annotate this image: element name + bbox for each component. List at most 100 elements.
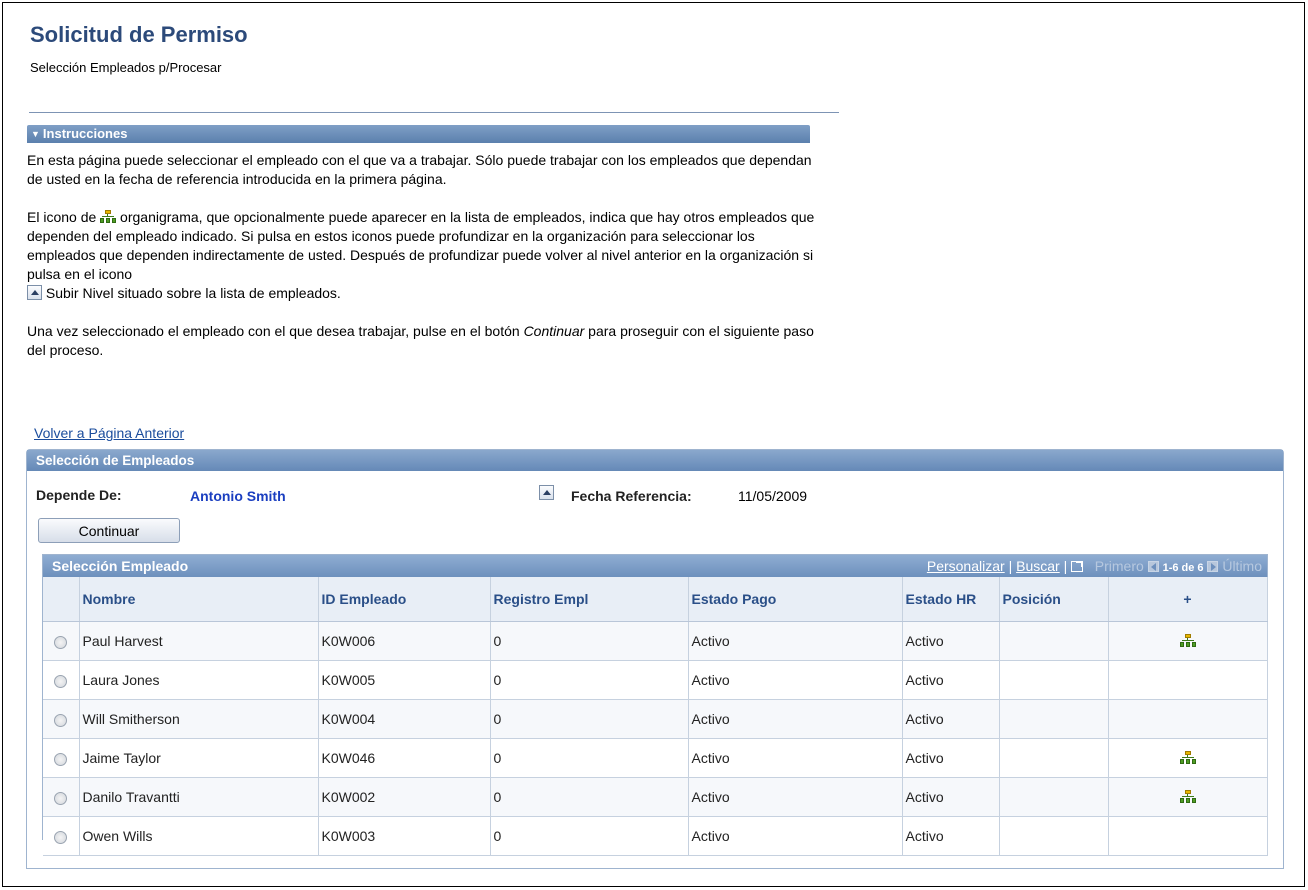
employee-id: K0W002	[318, 777, 491, 817]
org-chart-cell	[1108, 816, 1268, 856]
hr-status: Activo	[902, 699, 1000, 739]
grid-title: Selección Empleado	[52, 558, 189, 574]
table-row[interactable]: Will Smitherson K0W004 0 Activo Activo	[43, 699, 1268, 739]
page-title: Solicitud de Permiso	[30, 22, 248, 47]
org-chart-icon	[100, 210, 117, 224]
instructions-p2-end: Subir Nivel situado sobre la lista de em…	[42, 285, 341, 301]
hr-status: Activo	[902, 816, 1000, 856]
employee-record: 0	[490, 738, 689, 778]
hr-status: Activo	[902, 738, 1000, 778]
position	[999, 816, 1109, 856]
table-row[interactable]: Danilo Travantti K0W002 0 Activo Activo	[43, 777, 1268, 817]
employee-name: Jaime Taylor	[79, 738, 319, 778]
row-select-cell	[43, 738, 80, 778]
hr-status: Activo	[902, 777, 1000, 817]
row-select-radio[interactable]	[54, 674, 68, 688]
instructions-p2-middle: organigrama, que opcionalmente puede apa…	[27, 209, 815, 282]
pay-status: Activo	[688, 816, 903, 856]
instructions-text: En esta página puede seleccionar el empl…	[27, 151, 817, 360]
employee-record: 0	[490, 699, 689, 739]
org-chart-icon[interactable]	[1179, 751, 1196, 765]
row-select-radio[interactable]	[54, 713, 68, 727]
org-chart-cell	[1108, 738, 1268, 778]
depends-on-value: Antonio Smith	[190, 488, 286, 504]
column-header-pay-status[interactable]: Estado Pago	[688, 577, 903, 622]
table-row[interactable]: Jaime Taylor K0W046 0 Activo Activo	[43, 738, 1268, 778]
divider	[29, 112, 839, 113]
employee-table: Nombre ID Empleado Registro Empl Estado …	[43, 577, 1268, 856]
position	[999, 621, 1109, 661]
org-chart-cell	[1108, 621, 1268, 661]
employee-id: K0W005	[318, 660, 491, 700]
column-header-name[interactable]: Nombre	[79, 577, 319, 622]
org-chart-cell	[1108, 777, 1268, 817]
table-row[interactable]: Owen Wills K0W003 0 Activo Activo	[43, 816, 1268, 856]
up-level-button-icon[interactable]	[539, 485, 554, 500]
employee-record: 0	[490, 816, 689, 856]
nav-separator: |	[1063, 558, 1068, 574]
row-select-radio[interactable]	[54, 635, 68, 649]
employee-selection-header: Selección de Empleados	[27, 450, 1283, 471]
instructions-header[interactable]: ▼ Instrucciones	[27, 125, 810, 143]
row-select-radio[interactable]	[54, 752, 68, 766]
row-select-cell	[43, 621, 80, 661]
column-header-record[interactable]: Registro Empl	[490, 577, 689, 622]
first-link: Primero	[1094, 558, 1144, 574]
org-chart-icon[interactable]	[1179, 634, 1196, 648]
employee-record: 0	[490, 777, 689, 817]
row-select-cell	[43, 660, 80, 700]
grid-navigation: Personalizar | Buscar | Primero 1-6 de 6…	[927, 555, 1262, 579]
depends-on-label: Depende De:	[36, 487, 122, 503]
instructions-p3-italic: Continuar	[523, 323, 585, 339]
table-row[interactable]: Paul Harvest K0W006 0 Activo Activo	[43, 621, 1268, 661]
employee-name: Laura Jones	[79, 660, 319, 700]
previous-icon	[1147, 561, 1159, 572]
employee-id: K0W006	[318, 621, 491, 661]
employee-name: Danilo Travantti	[79, 777, 319, 817]
instructions-paragraph-1: En esta página puede seleccionar el empl…	[27, 152, 812, 187]
nav-separator: |	[1008, 558, 1013, 574]
instructions-p3-start: Una vez seleccionado el empleado con el …	[27, 323, 524, 339]
org-chart-cell	[1108, 660, 1268, 700]
table-row[interactable]: Laura Jones K0W005 0 Activo Activo	[43, 660, 1268, 700]
employee-id: K0W003	[318, 816, 491, 856]
hr-status: Activo	[902, 660, 1000, 700]
employee-id: K0W004	[318, 699, 491, 739]
personalize-link[interactable]: Personalizar	[927, 558, 1005, 574]
reference-date-value: 11/05/2009	[738, 488, 808, 504]
up-level-icon	[27, 285, 42, 300]
employee-id: K0W046	[318, 738, 491, 778]
page-frame: Solicitud de Permiso Selección Empleados…	[2, 2, 1305, 887]
pay-status: Activo	[688, 621, 903, 661]
column-header-position[interactable]: Posición	[999, 577, 1109, 622]
position	[999, 660, 1109, 700]
instructions-paragraph-3: Una vez seleccionado el empleado con el …	[27, 322, 817, 360]
column-header-employee-id[interactable]: ID Empleado	[318, 577, 491, 622]
pay-status: Activo	[688, 738, 903, 778]
org-chart-cell	[1108, 699, 1268, 739]
collapse-triangle-icon[interactable]: ▼	[31, 129, 40, 139]
row-select-radio[interactable]	[54, 830, 68, 844]
row-range: 1-6 de 6	[1162, 562, 1204, 574]
continue-button[interactable]: Continuar	[38, 518, 180, 543]
view-all-icon[interactable]	[1071, 561, 1084, 572]
table-header-row: Nombre ID Empleado Registro Empl Estado …	[43, 577, 1268, 622]
page-subtitle: Selección Empleados p/Procesar	[30, 60, 222, 75]
employee-grid: Selección Empleado Personalizar | Buscar…	[42, 554, 1268, 856]
hr-status: Activo	[902, 621, 1000, 661]
pay-status: Activo	[688, 777, 903, 817]
back-link[interactable]: Volver a Página Anterior	[34, 425, 184, 441]
instructions-header-label: Instrucciones	[42, 126, 128, 141]
find-link[interactable]: Buscar	[1016, 558, 1060, 574]
reference-date-label: Fecha Referencia:	[571, 488, 692, 504]
row-select-radio[interactable]	[54, 791, 68, 805]
org-chart-icon[interactable]	[1179, 790, 1196, 804]
employee-name: Paul Harvest	[79, 621, 319, 661]
pay-status: Activo	[688, 699, 903, 739]
select-column-header	[43, 577, 80, 622]
row-select-cell	[43, 699, 80, 739]
pay-status: Activo	[688, 660, 903, 700]
column-header-hr-status[interactable]: Estado HR	[902, 577, 1000, 622]
position	[999, 699, 1109, 739]
grid-header: Selección Empleado Personalizar | Buscar…	[43, 555, 1267, 577]
